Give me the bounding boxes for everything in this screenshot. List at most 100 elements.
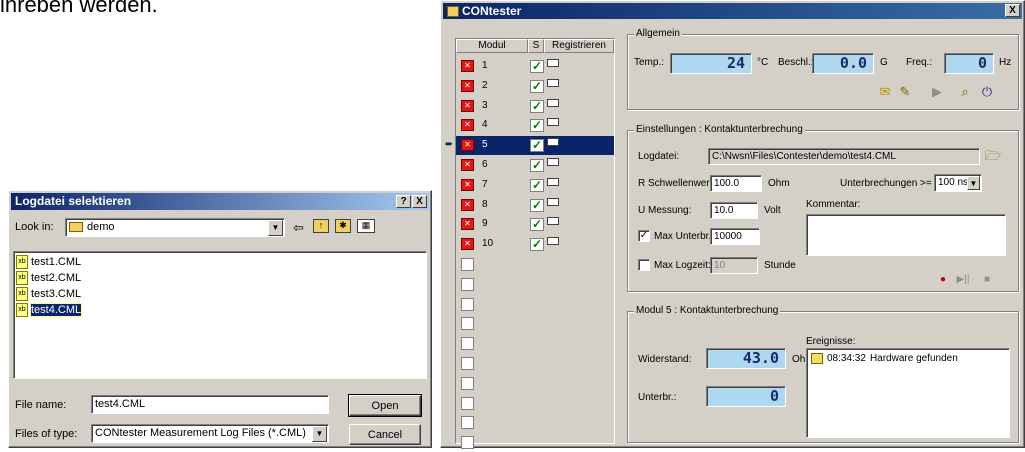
module-list[interactable]: Modul S Registrieren ✕ 1 ✓ ✕ 2 ✓ ✕ 3 ✓ ✕ 4 ✓ ✕ 5 ✓ ✕ 6 ✓ ✕… — [455, 38, 615, 450]
module-row-empty[interactable] — [456, 433, 614, 452]
module-row[interactable]: ✕ 1 ✓ — [456, 57, 614, 76]
chevron-down-icon[interactable]: ▼ — [268, 220, 283, 236]
register-tape-icon[interactable] — [547, 59, 559, 67]
new-folder-icon[interactable]: ✱ — [335, 219, 351, 233]
module-row-empty[interactable] — [456, 394, 614, 413]
empty-checkbox[interactable] — [461, 277, 474, 291]
file-item[interactable]: xb test1.CML — [16, 254, 81, 270]
empty-checkbox[interactable] — [461, 416, 474, 430]
kommentar-input[interactable] — [806, 214, 1006, 256]
view-menu-icon[interactable]: ▦ — [357, 219, 375, 233]
module-select-checkbox[interactable]: ✓ — [530, 159, 544, 172]
module-row[interactable]: ✕ 10 ✓ — [456, 235, 614, 254]
register-tape-icon[interactable] — [547, 237, 559, 246]
event-item[interactable]: 08:34:32 Hardware gefunden — [811, 353, 958, 364]
file-list[interactable]: xb test1.CML xb test2.CML xb test3.CML x… — [13, 251, 427, 379]
module-row-empty[interactable] — [456, 275, 614, 294]
module-row[interactable]: ✕ 4 ✓ — [456, 116, 614, 135]
module-select-checkbox[interactable]: ✓ — [530, 198, 544, 212]
register-tape-icon[interactable] — [547, 78, 559, 87]
up-folder-icon[interactable]: ↑ — [313, 219, 329, 233]
module-number: 5 — [482, 139, 488, 151]
back-arrow-icon[interactable]: ⇦ — [293, 220, 304, 236]
dialog-close-button[interactable]: X — [412, 195, 427, 208]
module-row-empty[interactable] — [456, 374, 614, 393]
empty-checkbox[interactable] — [461, 396, 474, 410]
module-row[interactable]: ✕ 7 ✓ — [456, 176, 614, 195]
unterbrechungen-select[interactable]: 100 ns ▼ — [934, 174, 982, 192]
empty-checkbox[interactable] — [461, 297, 474, 311]
open-log-icon[interactable]: ✉ — [876, 83, 894, 101]
module-number: 4 — [482, 119, 488, 131]
col-header-s[interactable]: S — [528, 39, 544, 53]
register-tape-icon[interactable] — [547, 118, 559, 127]
chevron-down-icon[interactable]: ▼ — [967, 176, 980, 190]
beschl-label: Beschl.: — [778, 57, 814, 68]
empty-checkbox[interactable] — [461, 376, 474, 390]
main-close-button[interactable]: X — [1005, 4, 1020, 17]
file-item-selected[interactable]: xb test4.CML — [16, 302, 83, 318]
module-row[interactable]: ✕ 8 ✓ — [456, 196, 614, 215]
module-row[interactable]: ✕ 3 ✓ — [456, 97, 614, 116]
module-select-checkbox[interactable]: ✓ — [530, 60, 544, 73]
u-messung-input[interactable]: 10.0 — [710, 202, 758, 219]
empty-checkbox[interactable] — [461, 258, 474, 271]
empty-checkbox[interactable] — [461, 357, 474, 370]
module-row[interactable]: ✕ 6 ✓ — [456, 156, 614, 175]
stop-icon[interactable]: ■ — [978, 271, 996, 289]
module-row[interactable]: ✕ 9 ✓ — [456, 215, 614, 234]
help-button[interactable]: ? — [396, 195, 411, 208]
look-in-combo[interactable]: demo ▼ — [65, 218, 285, 237]
empty-checkbox[interactable] — [461, 317, 474, 331]
module-row-selected[interactable]: ✕ 5 ✓ — [456, 136, 614, 156]
files-of-type-value: CONtester Measurement Log Files (*.CML) — [95, 427, 306, 439]
max-logzeit-checkbox[interactable] — [638, 259, 650, 271]
chevron-down-icon[interactable]: ▼ — [312, 426, 327, 442]
module-number: 3 — [482, 99, 488, 111]
register-tape-icon[interactable] — [547, 138, 559, 147]
module-row-empty[interactable] — [456, 295, 614, 314]
open-button[interactable]: Open — [348, 394, 422, 417]
file-item[interactable]: xb test3.CML — [16, 286, 81, 302]
register-tape-icon[interactable] — [547, 177, 559, 186]
binoculars-icon[interactable]: ⌕ — [956, 83, 974, 101]
module-select-checkbox[interactable]: ✓ — [530, 218, 544, 232]
r-threshold-input[interactable]: 100.0 — [710, 175, 762, 192]
cancel-button[interactable]: Cancel — [349, 424, 421, 445]
module-row-empty[interactable] — [456, 413, 614, 432]
files-of-type-select[interactable]: CONtester Measurement Log Files (*.CML) … — [91, 424, 329, 443]
max-unterbr-checkbox[interactable]: ✓ — [638, 230, 650, 242]
file-name-input[interactable]: test4.CML — [91, 395, 329, 414]
module-select-checkbox[interactable]: ✓ — [530, 178, 544, 192]
module-status-error-icon: ✕ — [461, 238, 474, 251]
power-icon[interactable]: ⏻ — [978, 83, 996, 101]
empty-checkbox[interactable] — [461, 337, 474, 351]
play-pause-icon[interactable]: ▶|| — [954, 271, 972, 289]
record-icon[interactable]: ● — [934, 271, 952, 289]
module-row-empty[interactable] — [456, 354, 614, 373]
module-select-checkbox[interactable]: ✓ — [530, 99, 544, 113]
module-row[interactable]: ✕ 2 ✓ — [456, 77, 614, 96]
register-tape-icon[interactable] — [547, 197, 559, 206]
module-select-checkbox[interactable]: ✓ — [530, 119, 544, 133]
register-tape-icon[interactable] — [547, 158, 559, 166]
module-select-checkbox[interactable]: ✓ — [530, 79, 544, 93]
folder-browse-icon[interactable]: 🗁 — [984, 147, 1002, 165]
max-unterbr-input[interactable]: 10000 — [710, 228, 760, 245]
module-row-empty[interactable] — [456, 255, 614, 274]
module-select-checkbox[interactable]: ✓ — [530, 139, 544, 153]
col-header-modul[interactable]: Modul — [456, 39, 528, 53]
empty-checkbox[interactable] — [461, 436, 474, 450]
module-select-checkbox[interactable]: ✓ — [530, 238, 544, 252]
register-tape-icon[interactable] — [547, 217, 559, 226]
register-tape-icon[interactable] — [547, 98, 559, 107]
temp-display: 24 — [670, 53, 752, 74]
record-settings-icon[interactable]: ✎ — [896, 83, 914, 101]
col-header-registrieren[interactable]: Registrieren — [544, 39, 614, 53]
unterbrechungen-value: 100 ns — [938, 177, 969, 188]
file-item[interactable]: xb test2.CML — [16, 270, 81, 286]
play-pause-disabled-icon[interactable]: ▶ — [928, 83, 946, 101]
module-row-empty[interactable] — [456, 314, 614, 333]
ereignisse-list[interactable]: 08:34:32 Hardware gefunden — [806, 348, 1010, 438]
module-row-empty[interactable] — [456, 334, 614, 353]
